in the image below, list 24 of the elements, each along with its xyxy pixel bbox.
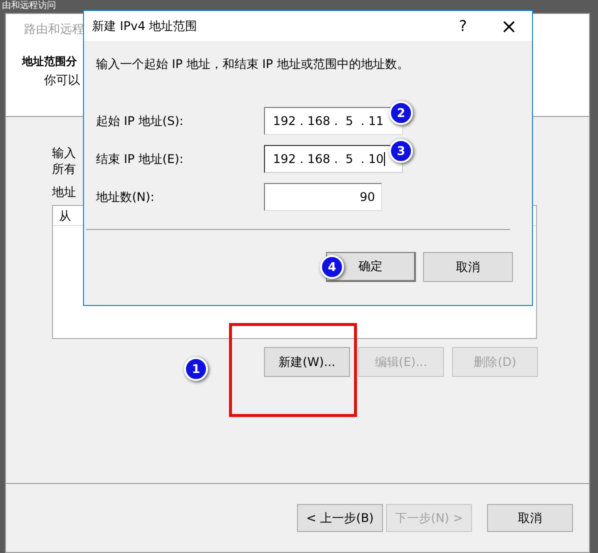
header-title: 地址范围分	[22, 54, 77, 69]
window-title: 路由和远程	[24, 20, 84, 38]
field-label: 起始 IP 地址(S):	[96, 112, 184, 130]
list-button[interactable]: 新建(W)...	[264, 347, 350, 377]
step-badge: 4	[320, 255, 344, 279]
description-text: 输入	[52, 145, 76, 161]
wizard-button[interactable]: 取消	[487, 504, 573, 532]
window-title: 由和远程访问	[2, 0, 56, 13]
dialog-title: 新建 IPv4 地址范围	[92, 18, 198, 34]
instruction-text: 输入一个起始 IP 地址，和结束 IP 地址或范围中的地址数。	[96, 56, 410, 73]
step-badge: 3	[389, 139, 413, 163]
header-subtitle: 你可以	[44, 72, 80, 89]
list-label: 地址	[52, 184, 76, 201]
field-label: 结束 IP 地址(E):	[96, 150, 184, 168]
help-button[interactable]: ?	[440, 11, 486, 41]
step-badge: 2	[389, 101, 413, 125]
wizard-button[interactable]: < 上一步(B)	[297, 504, 383, 532]
dialog-button[interactable]: 取消	[423, 252, 513, 282]
description-text: 所有	[52, 161, 76, 177]
column-header[interactable]: 从	[53, 206, 77, 225]
input-field[interactable]: 90	[264, 183, 382, 211]
close-button[interactable]: ×	[486, 11, 532, 41]
field-label: 地址数(N):	[96, 188, 156, 206]
step-badge: 1	[184, 357, 208, 381]
